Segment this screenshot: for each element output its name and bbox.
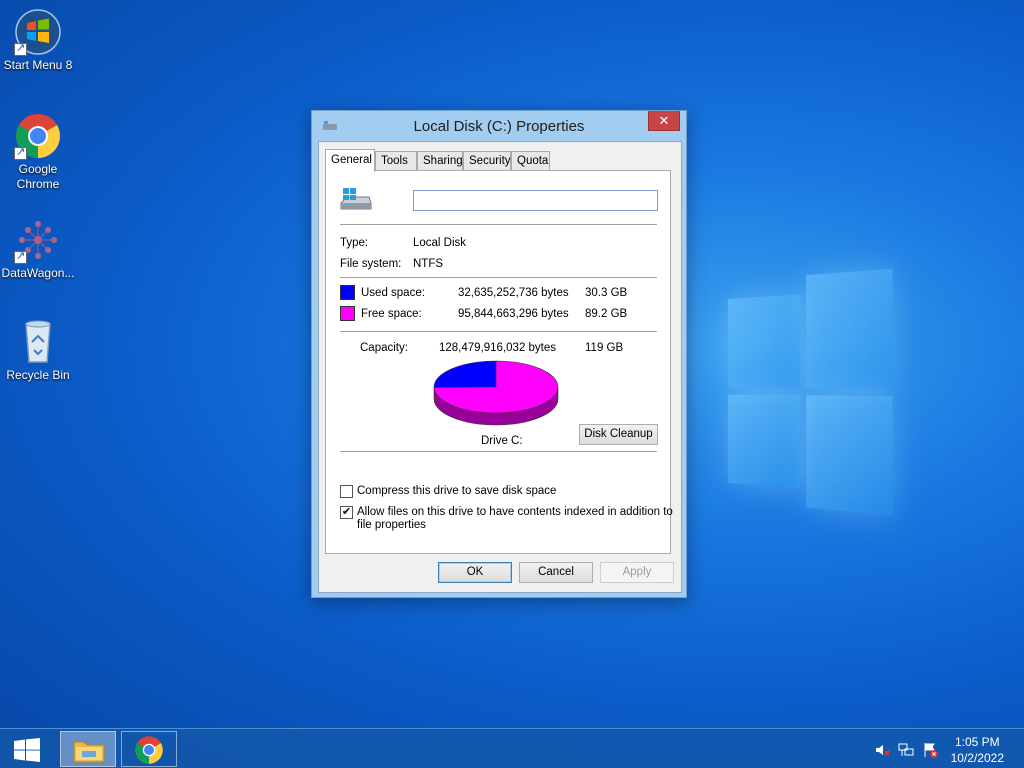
shortcut-arrow-icon — [14, 249, 27, 264]
close-button[interactable]: ✕ — [648, 111, 680, 131]
wallpaper-windows-logo — [706, 258, 900, 516]
desktop-icon-label: DataWagon... — [1, 266, 75, 280]
taskbar: 1:05 PM 10/2/2022 — [0, 728, 1024, 768]
shortcut-arrow-icon — [14, 41, 27, 56]
tab-quota[interactable]: Quota — [511, 151, 550, 171]
free-space-label: Free space: — [361, 308, 422, 320]
desktop-icon-label: Google Chrome — [16, 162, 60, 191]
network-icon[interactable] — [898, 742, 914, 758]
type-value: Local Disk — [413, 237, 467, 249]
taskbar-file-explorer[interactable] — [60, 731, 116, 767]
file-explorer-icon — [73, 741, 105, 763]
datawagon-icon — [14, 216, 62, 264]
desktop-icon-start-menu[interactable]: Start Menu 8 — [0, 8, 76, 73]
drive-name-input[interactable] — [413, 190, 658, 211]
desktop-icon-recycle-bin[interactable]: Recycle Bin — [0, 318, 76, 383]
desktop-icon-label: Recycle Bin — [6, 368, 70, 382]
windows-orb-icon — [14, 8, 62, 56]
tab-sharing[interactable]: Sharing — [417, 151, 463, 171]
shortcut-arrow-icon — [14, 145, 27, 160]
drive-icon — [340, 188, 372, 210]
divider — [340, 451, 657, 452]
desktop-icon-google-chrome[interactable]: Google Chrome — [0, 112, 76, 192]
chrome-icon — [135, 736, 163, 764]
pie-slice-used — [433, 360, 497, 388]
tab-tools[interactable]: Tools — [375, 151, 417, 171]
drive-label: Drive C: — [481, 435, 523, 447]
index-label-line1: Allow files on this drive to have conten… — [357, 506, 673, 518]
free-space-size: 89.2 GB — [585, 308, 628, 320]
desktop-icon-label: Start Menu 8 — [3, 58, 73, 72]
index-label-line2: file properties — [357, 519, 427, 531]
volume-muted-icon[interactable] — [874, 742, 890, 758]
action-center-flag-icon[interactable] — [922, 742, 938, 758]
properties-dialog: Local Disk (C:) Properties ✕ General Too… — [311, 110, 687, 598]
disk-cleanup-button[interactable]: Disk Cleanup — [579, 424, 658, 445]
clock-date: 10/2/2022 — [950, 751, 1004, 765]
divider — [340, 331, 657, 332]
tab-security[interactable]: Security — [463, 151, 511, 171]
type-label: Type: — [340, 237, 369, 249]
taskbar-chrome[interactable] — [121, 731, 177, 767]
system-clock[interactable]: 1:05 PM 10/2/2022 — [951, 734, 1004, 766]
divider — [340, 277, 657, 278]
disk-usage-pie-chart — [433, 360, 559, 426]
compress-label: Compress this drive to save disk space — [357, 485, 557, 497]
general-tab-panel: Type: Local Disk File system: NTFS Used … — [325, 170, 673, 554]
used-space-size: 30.3 GB — [585, 287, 628, 299]
used-space-swatch — [340, 285, 355, 300]
free-space-bytes: 95,844,663,296 bytes — [458, 308, 569, 320]
windows-logo-icon — [14, 738, 40, 762]
apply-button[interactable]: Apply — [600, 562, 674, 583]
dialog-titlebar[interactable]: Local Disk (C:) Properties ✕ — [312, 111, 686, 141]
chrome-icon — [14, 112, 62, 160]
tab-general[interactable]: General — [325, 149, 375, 172]
used-space-label: Used space: — [361, 287, 425, 299]
compress-checkbox[interactable] — [340, 485, 353, 498]
free-space-swatch — [340, 306, 355, 321]
capacity-size: 119 GB — [585, 342, 624, 354]
divider — [340, 224, 657, 225]
capacity-bytes: 128,479,916,032 bytes — [439, 342, 557, 354]
start-button[interactable] — [0, 729, 54, 768]
file-system-value: NTFS — [413, 258, 444, 270]
file-system-label: File system: — [340, 258, 402, 270]
ok-button[interactable]: OK — [438, 562, 512, 583]
dialog-title: Local Disk (C:) Properties — [413, 118, 585, 135]
index-checkbox[interactable]: ✔ — [340, 506, 353, 519]
recycle-bin-icon — [14, 318, 62, 366]
cancel-button[interactable]: Cancel — [519, 562, 593, 583]
dialog-content: General Tools Sharing Security Quota Typ… — [318, 141, 682, 593]
used-space-bytes: 32,635,252,736 bytes — [458, 287, 569, 299]
desktop-icon-datawagon[interactable]: DataWagon... — [0, 216, 76, 281]
clock-time: 1:05 PM — [954, 735, 1000, 749]
capacity-label: Capacity: — [360, 342, 408, 354]
